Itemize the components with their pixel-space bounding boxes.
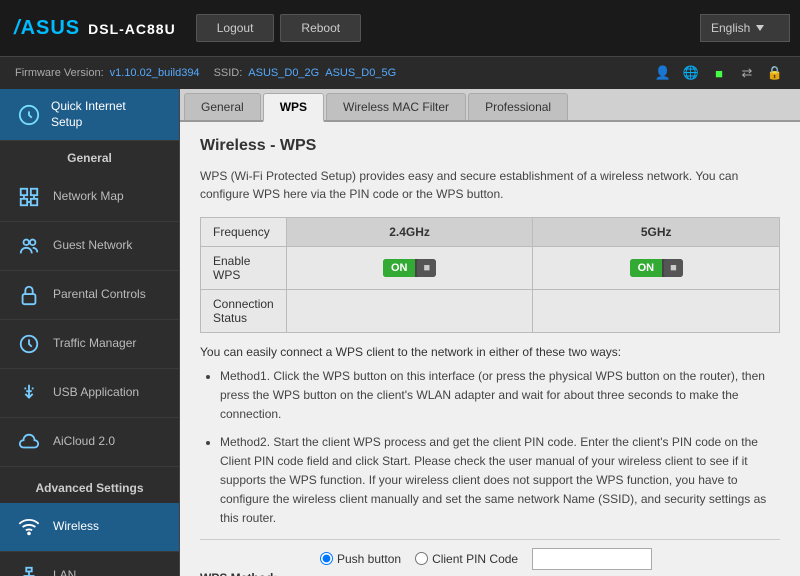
toggle-5g[interactable]: ON ■ xyxy=(630,259,683,277)
usb-icon xyxy=(15,379,43,407)
guest-network-label: Guest Network xyxy=(53,238,132,254)
chevron-down-icon xyxy=(756,25,764,31)
tab-mac-filter[interactable]: Wireless MAC Filter xyxy=(326,93,466,120)
parental-controls-label: Parental Controls xyxy=(53,287,146,303)
wps-method-row: WPS Method: Push button Client PIN Code xyxy=(200,539,780,576)
usb-application-label: USB Application xyxy=(53,385,139,401)
sidebar-item-guest-network[interactable]: Guest Network xyxy=(0,222,179,271)
info-bar: Firmware Version: v1.10.02_build394 SSID… xyxy=(0,56,800,89)
content-area: General WPS Wireless MAC Filter Professi… xyxy=(180,89,800,576)
aicloud-label: AiCloud 2.0 xyxy=(53,434,115,450)
toggle-2g-on: ON xyxy=(383,259,416,277)
frequency-label: Frequency xyxy=(201,218,287,247)
logout-button[interactable]: Logout xyxy=(196,14,275,42)
network-map-label: Network Map xyxy=(53,189,124,205)
frequency-row: Frequency 2.4GHz 5GHz xyxy=(201,218,780,247)
sidebar: Quick InternetSetup General Network Map … xyxy=(0,89,180,576)
toggle-2g[interactable]: ON ■ xyxy=(383,259,436,277)
connection-status-label: Connection Status xyxy=(201,290,287,333)
language-selector[interactable]: English xyxy=(700,14,790,42)
sidebar-item-usb-application[interactable]: USB Application xyxy=(0,369,179,418)
header-icons: 👤 🌐 ■ ⇄ 🔒 xyxy=(653,65,785,81)
page-title: Wireless - WPS xyxy=(200,137,780,155)
method1-item: Method1. Click the WPS button on this in… xyxy=(220,367,780,425)
connection-status-5g xyxy=(533,290,780,333)
brand-logo: /ASUSDSL-AC88U xyxy=(10,17,176,40)
lock-icon: 🔒 xyxy=(765,65,785,81)
advanced-section-title: Advanced Settings xyxy=(0,471,179,503)
content-body: Wireless - WPS WPS (Wi-Fi Protected Setu… xyxy=(180,122,800,576)
sidebar-item-network-map[interactable]: Network Map xyxy=(0,173,179,222)
wps-toggle-2g[interactable]: ON ■ xyxy=(286,247,533,290)
toggle-5g-off: ■ xyxy=(664,259,683,277)
header: /ASUSDSL-AC88U Logout Reboot English xyxy=(0,0,800,56)
quick-setup-icon xyxy=(15,101,43,129)
main-layout: Quick InternetSetup General Network Map … xyxy=(0,89,800,576)
wireless-label: Wireless xyxy=(53,519,99,535)
sidebar-item-quick-setup[interactable]: Quick InternetSetup xyxy=(0,89,179,141)
cloud-icon xyxy=(15,428,43,456)
freq-2g: 2.4GHz xyxy=(286,218,533,247)
tab-professional[interactable]: Professional xyxy=(468,93,568,120)
ssid-5g-link[interactable]: ASUS_D0_5G xyxy=(325,67,396,79)
tab-wps[interactable]: WPS xyxy=(263,93,324,122)
wifi-icon xyxy=(15,513,43,541)
toggle-5g-on: ON xyxy=(630,259,663,277)
general-section-title: General xyxy=(0,141,179,173)
quick-setup-label: Quick InternetSetup xyxy=(51,99,126,130)
parental-controls-icon xyxy=(15,281,43,309)
connection-status-row: Connection Status xyxy=(201,290,780,333)
traffic-manager-icon xyxy=(15,330,43,358)
connection-status-2g xyxy=(286,290,533,333)
toggle-2g-off: ■ xyxy=(417,259,436,277)
user-icon: 👤 xyxy=(653,65,673,81)
sidebar-item-wireless[interactable]: Wireless xyxy=(0,503,179,552)
sidebar-item-aicloud[interactable]: AiCloud 2.0 xyxy=(0,418,179,467)
reboot-button[interactable]: Reboot xyxy=(280,14,361,42)
enable-wps-label: Enable WPS xyxy=(201,247,287,290)
language-label: English xyxy=(711,21,750,35)
globe-icon: 🌐 xyxy=(681,65,701,81)
methods-list: Method1. Click the WPS button on this in… xyxy=(200,367,780,529)
tab-bar: General WPS Wireless MAC Filter Professi… xyxy=(180,89,800,122)
lan-icon xyxy=(15,562,43,576)
firmware-label: Firmware Version: xyxy=(15,67,104,79)
sidebar-item-traffic-manager[interactable]: Traffic Manager xyxy=(0,320,179,369)
ssid-2g-link[interactable]: ASUS_D0_2G xyxy=(248,67,319,79)
network-map-icon xyxy=(15,183,43,211)
header-buttons: Logout Reboot xyxy=(196,14,361,42)
tab-general[interactable]: General xyxy=(184,93,261,120)
wps-method-label: WPS Method: xyxy=(200,571,320,576)
arrow-icon: ⇄ xyxy=(737,65,757,81)
traffic-manager-label: Traffic Manager xyxy=(53,336,136,352)
wps-method-options: Push button Client PIN Code Start xyxy=(320,548,652,576)
freq-5g: 5GHz xyxy=(533,218,780,247)
sidebar-item-lan[interactable]: LAN xyxy=(0,552,179,576)
page-description: WPS (Wi-Fi Protected Setup) provides eas… xyxy=(200,167,780,203)
method2-item: Method2. Start the client WPS process an… xyxy=(220,433,780,529)
guest-network-icon xyxy=(15,232,43,260)
methods-intro: You can easily connect a WPS client to t… xyxy=(200,345,780,359)
ssid-label: SSID: xyxy=(214,67,243,79)
firmware-link[interactable]: v1.10.02_build394 xyxy=(110,67,200,79)
wps-toggle-5g[interactable]: ON ■ xyxy=(533,247,780,290)
lan-label: LAN xyxy=(53,568,76,576)
network-icon: ■ xyxy=(709,65,729,81)
enable-wps-row: Enable WPS ON ■ ON ■ xyxy=(201,247,780,290)
wps-table: Frequency 2.4GHz 5GHz Enable WPS ON ■ xyxy=(200,217,780,333)
model-name: DSL-AC88U xyxy=(88,21,176,37)
sidebar-item-parental-controls[interactable]: Parental Controls xyxy=(0,271,179,320)
